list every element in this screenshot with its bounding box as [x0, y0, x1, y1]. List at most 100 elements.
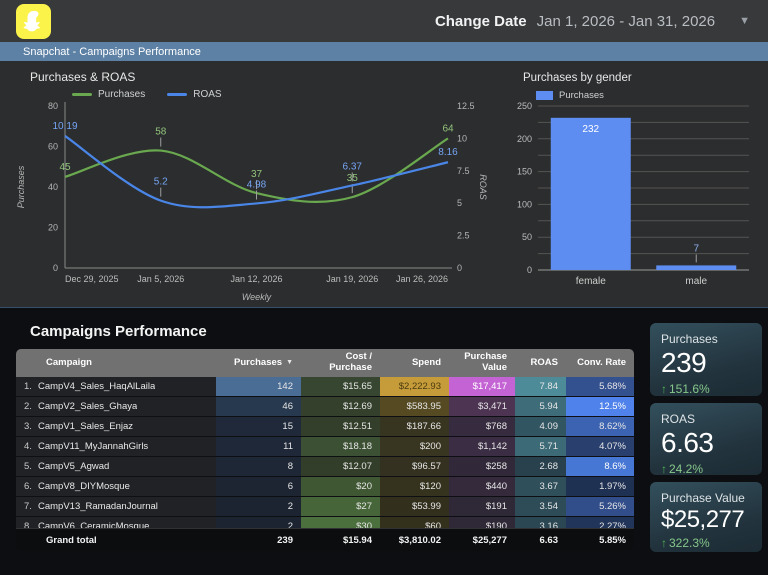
metric-cell: $60: [380, 517, 449, 528]
table-section-title: Campaigns Performance: [30, 323, 207, 340]
metric-cell: $440: [449, 477, 515, 496]
metric-cell: $17,417: [449, 377, 515, 396]
campaign-name: CampV4_Sales_HaqAlLaila: [38, 381, 155, 392]
campaign-name: CampV2_Sales_Ghaya: [38, 401, 137, 412]
svg-text:50: 50: [522, 232, 532, 242]
row-index: 4.: [16, 441, 38, 452]
column-header-roas[interactable]: ROAS: [515, 349, 566, 377]
column-header-purchases[interactable]: Purchases▼: [216, 349, 301, 377]
table-section: Campaigns Performance CampaignPurchases▼…: [0, 307, 768, 575]
svg-text:Jan 12, 2026: Jan 12, 2026: [230, 274, 282, 284]
metric-cell: $12.69: [301, 397, 380, 416]
scorecard-purchases: Purchases 239 ↑151.6%: [650, 323, 762, 396]
grand-total-cell: $15.94: [301, 529, 380, 551]
metric-cell: 11: [216, 437, 301, 456]
campaign-name: CampV1_Sales_Enjaz: [38, 421, 133, 432]
row-index: 7.: [16, 501, 38, 512]
line-chart-title: Purchases & ROAS: [30, 70, 135, 84]
svg-text:60: 60: [48, 142, 58, 152]
campaign-cell: 2.CampV2_Sales_Ghaya: [16, 397, 216, 416]
purchases-by-gender-bar-chart[interactable]: 050100150200250232female7male: [503, 98, 763, 298]
table-body: 1.CampV4_Sales_HaqAlLaila142$15.65$2,222…: [16, 377, 634, 528]
campaigns-table: CampaignPurchases▼Cost / PurchaseSpendPu…: [16, 349, 634, 551]
metric-cell: 3.67: [515, 477, 566, 496]
metric-cell: $191: [449, 497, 515, 516]
svg-text:0: 0: [457, 263, 462, 273]
row-index: 2.: [16, 401, 38, 412]
metric-cell: $1,142: [449, 437, 515, 456]
sort-desc-icon: ▼: [286, 359, 293, 367]
svg-text:Weekly: Weekly: [242, 292, 272, 302]
metric-cell: 3.16: [515, 517, 566, 528]
svg-text:2.5: 2.5: [457, 231, 470, 241]
metric-cell: 6: [216, 477, 301, 496]
scorecard-value: 6.63: [661, 428, 751, 459]
up-arrow-icon: ↑: [661, 462, 667, 476]
scorecard-purchase-value: Purchase Value $25,277 ↑322.3%: [650, 482, 762, 552]
metric-cell: $3,471: [449, 397, 515, 416]
metric-cell: 7.84: [515, 377, 566, 396]
svg-text:64: 64: [442, 123, 454, 134]
metric-cell: $190: [449, 517, 515, 528]
up-arrow-icon: ↑: [661, 536, 667, 550]
column-header-campaign[interactable]: Campaign: [16, 349, 216, 377]
svg-text:7.5: 7.5: [457, 166, 470, 176]
metric-cell: 15: [216, 417, 301, 436]
grand-total-cell: 5.85%: [566, 529, 634, 551]
column-header-spend[interactable]: Spend: [380, 349, 449, 377]
svg-text:5.2: 5.2: [154, 177, 168, 188]
column-header-purchase-value[interactable]: Purchase Value: [449, 349, 515, 377]
column-header-cost-purchase[interactable]: Cost / Purchase: [301, 349, 380, 377]
caret-down-icon[interactable]: ▼: [739, 15, 750, 27]
svg-text:150: 150: [517, 167, 532, 177]
campaign-cell: 6.CampV8_DIYMosque: [16, 477, 216, 496]
report-banner: Snapchat - Campaigns Performance: [0, 42, 768, 61]
grand-total-cell: $3,810.02: [380, 529, 449, 551]
metric-cell: 5.94: [515, 397, 566, 416]
row-index: 6.: [16, 481, 38, 492]
svg-text:Jan 19, 2026: Jan 19, 2026: [326, 274, 378, 284]
column-header-conv-rate[interactable]: Conv. Rate: [566, 349, 634, 377]
grand-total-label: Grand total: [16, 529, 216, 551]
svg-text:7: 7: [693, 243, 699, 254]
svg-text:20: 20: [48, 223, 58, 233]
scorecard-delta: ↑322.3%: [661, 536, 751, 550]
svg-text:200: 200: [517, 134, 532, 144]
scorecard-roas: ROAS 6.63 ↑24.2%: [650, 403, 762, 475]
campaign-name: CampV8_DIYMosque: [38, 481, 130, 492]
scorecards-column: Purchases 239 ↑151.6% ROAS 6.63 ↑24.2% P…: [650, 323, 762, 552]
grand-total-cell: 6.63: [515, 529, 566, 551]
purchases-roas-line-chart[interactable]: 02040608002.557.51012.5Dec 29, 2025Jan 5…: [10, 98, 490, 303]
svg-text:58: 58: [155, 127, 167, 138]
change-date-label: Change Date: [435, 13, 527, 30]
date-range-value[interactable]: Jan 1, 2026 - Jan 31, 2026: [537, 13, 715, 30]
metric-cell: 3.54: [515, 497, 566, 516]
svg-text:12.5: 12.5: [457, 101, 475, 111]
delta-value: 151.6%: [669, 382, 710, 396]
table-row: 7.CampV13_RamadanJournal2$27$53.99$1913.…: [16, 497, 634, 517]
metric-cell: 12.5%: [566, 397, 634, 416]
table-row: 8.CampV6_CeramicMosque2$30$60$1903.162.2…: [16, 517, 634, 528]
svg-text:10.19: 10.19: [52, 121, 77, 132]
svg-text:6.37: 6.37: [343, 161, 363, 172]
row-index: 8.: [16, 521, 38, 528]
svg-text:0: 0: [527, 265, 532, 275]
metric-cell: $96.57: [380, 457, 449, 476]
metric-cell: 142: [216, 377, 301, 396]
campaign-name: CampV11_MyJannahGirls: [38, 441, 148, 452]
svg-text:Jan 5, 2026: Jan 5, 2026: [137, 274, 184, 284]
bar-chart-title: Purchases by gender: [523, 72, 632, 84]
metric-cell: 4.07%: [566, 437, 634, 456]
table-header-row: CampaignPurchases▼Cost / PurchaseSpendPu…: [16, 349, 634, 377]
date-range-control[interactable]: Change Date Jan 1, 2026 - Jan 31, 2026 ▼: [435, 13, 750, 30]
table-row: 4.CampV11_MyJannahGirls11$18.18$200$1,14…: [16, 437, 634, 457]
svg-text:Dec 29, 2025: Dec 29, 2025: [65, 274, 119, 284]
svg-text:40: 40: [48, 182, 58, 192]
metric-cell: 2.68: [515, 457, 566, 476]
svg-text:5: 5: [457, 198, 462, 208]
metric-cell: $768: [449, 417, 515, 436]
metric-cell: 46: [216, 397, 301, 416]
row-index: 3.: [16, 421, 38, 432]
svg-text:10: 10: [457, 133, 467, 143]
campaign-cell: 7.CampV13_RamadanJournal: [16, 497, 216, 516]
